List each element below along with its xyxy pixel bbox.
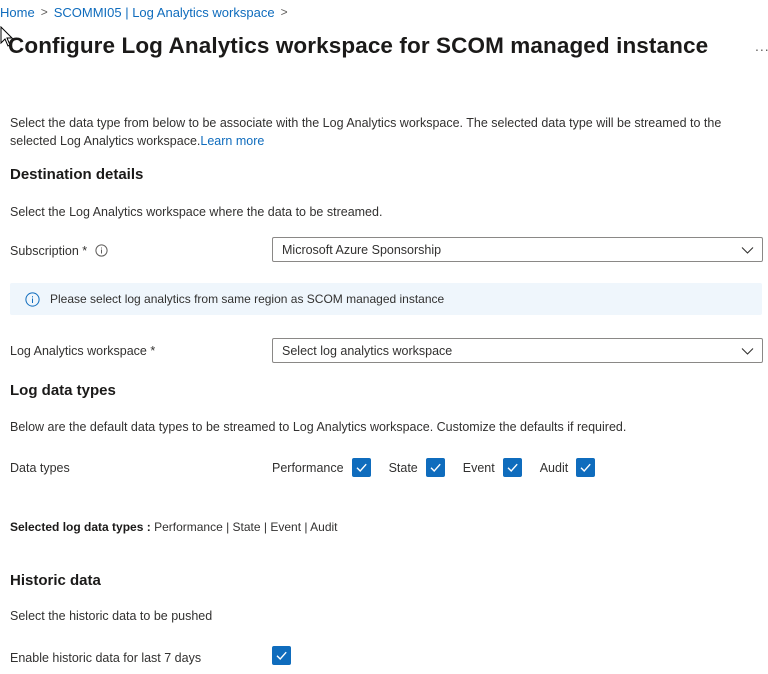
destination-subtitle: Select the Log Analytics workspace where… <box>10 205 383 219</box>
checkmark-icon <box>507 463 518 473</box>
subscription-label-text: Subscription * <box>10 244 88 258</box>
audit-checkbox[interactable] <box>576 458 596 477</box>
chevron-right-icon: > <box>40 5 48 19</box>
enable-historic-checkbox[interactable] <box>272 646 291 665</box>
breadcrumb-home-link[interactable]: Home <box>0 5 35 20</box>
chevron-down-icon <box>741 247 754 254</box>
data-type-event[interactable]: Event <box>463 458 522 477</box>
workspace-dropdown[interactable]: Select log analytics workspace <box>272 338 763 363</box>
selected-log-data-types: Selected log data types : Performance | … <box>10 520 338 534</box>
checkmark-icon <box>276 651 287 661</box>
breadcrumb: Home > SCOMMI05 | Log Analytics workspac… <box>0 4 294 20</box>
data-type-label: Audit <box>539 460 569 475</box>
region-info-banner: Please select log analytics from same re… <box>10 283 762 315</box>
selected-types-value: Performance | State | Event | Audit <box>154 520 338 534</box>
state-checkbox[interactable] <box>425 458 445 477</box>
data-type-audit[interactable]: Audit <box>540 458 596 477</box>
checkmark-icon <box>356 463 367 473</box>
data-type-state[interactable]: State <box>389 458 445 477</box>
data-types-group: Performance State Event Audit <box>272 458 613 477</box>
historic-data-subtitle: Select the historic data to be pushed <box>10 609 213 623</box>
description-text: Select the data type from below to be as… <box>10 116 722 148</box>
subscription-value: Microsoft Azure Sponsorship <box>282 242 442 257</box>
data-type-label: Performance <box>272 460 344 475</box>
checkmark-icon <box>430 463 441 473</box>
enable-historic-label: Enable historic data for last 7 days <box>10 651 202 665</box>
data-type-performance[interactable]: Performance <box>272 458 371 477</box>
breadcrumb-workspace-link[interactable]: SCOMMI05 | Log Analytics workspace <box>54 5 275 20</box>
workspace-placeholder: Select log analytics workspace <box>282 343 453 358</box>
workspace-label: Log Analytics workspace * <box>10 344 156 358</box>
performance-checkbox[interactable] <box>351 458 371 477</box>
subscription-label: Subscription * <box>10 244 108 258</box>
info-tooltip-icon[interactable] <box>95 244 108 257</box>
subscription-dropdown[interactable]: Microsoft Azure Sponsorship <box>272 237 763 262</box>
log-data-types-heading: Log data types <box>10 382 116 399</box>
data-type-label: State <box>388 460 418 475</box>
data-types-label: Data types <box>10 461 70 475</box>
info-icon <box>25 291 40 307</box>
info-message: Please select log analytics from same re… <box>50 292 445 306</box>
event-checkbox[interactable] <box>502 458 522 477</box>
checkmark-icon <box>580 463 591 473</box>
chevron-down-icon <box>741 348 754 355</box>
selected-types-label: Selected log data types : <box>10 520 151 534</box>
destination-details-heading: Destination details <box>10 166 144 183</box>
historic-data-heading: Historic data <box>10 572 101 589</box>
more-options-icon[interactable]: ... <box>755 38 768 54</box>
page-description: Select the data type from below to be as… <box>10 114 762 150</box>
learn-more-link[interactable]: Learn more <box>200 134 264 148</box>
page-title: Configure Log Analytics workspace for SC… <box>8 33 709 58</box>
log-data-types-subtitle: Below are the default data types to be s… <box>10 420 627 434</box>
data-type-label: Event <box>462 460 495 475</box>
chevron-right-icon: > <box>280 5 288 19</box>
